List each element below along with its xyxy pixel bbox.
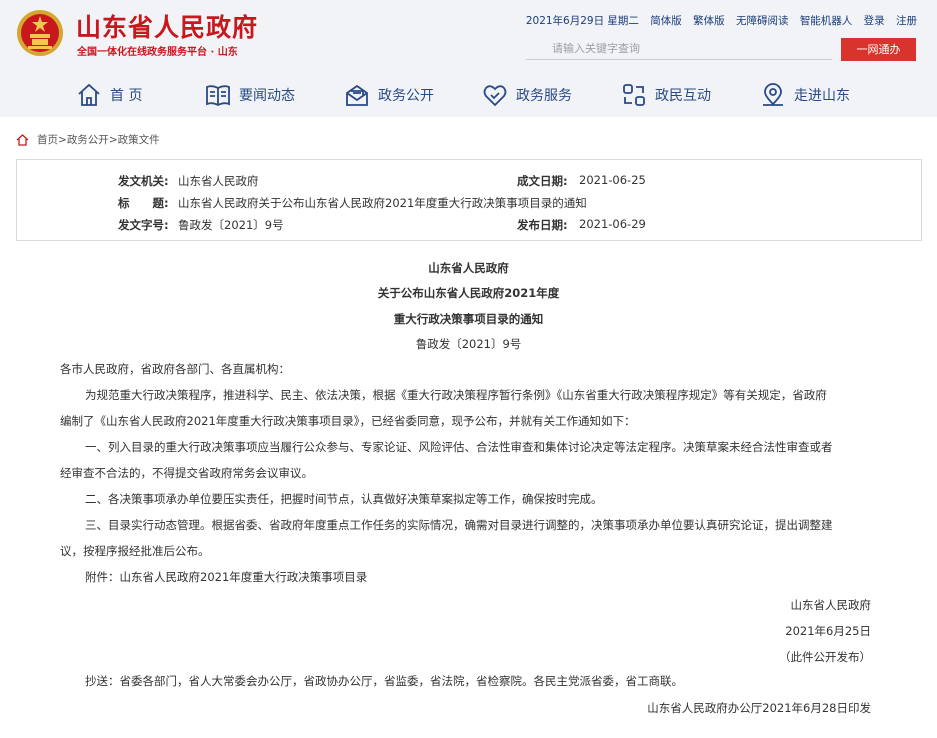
nav-news-label: 要闻动态: [239, 88, 295, 104]
nav-explore-label: 走进山东: [794, 88, 850, 104]
yiwang-button[interactable]: 一网通办: [841, 38, 916, 61]
nav-explore[interactable]: 走进山东: [760, 79, 850, 111]
breadcrumb-home[interactable]: 首页: [37, 132, 58, 147]
breadcrumb-sep: >: [108, 133, 118, 146]
publish-date-value: 2021-06-29: [579, 217, 646, 231]
article-para-2-line-1: 一、列入目录的重大行政决策事项应当履行公众参与、专家论证、风险评估、合法性审查和…: [85, 440, 833, 454]
article-salutation: 各市人民政府，省政府各部门、各直属机构：: [60, 362, 290, 376]
national-emblem-icon[interactable]: [16, 9, 64, 57]
article-heading-2: 关于公布山东省人民政府2021年度: [377, 286, 560, 300]
login-link[interactable]: 登录: [864, 15, 885, 27]
site-header: 山东省人民政府 全国一体化在线政务服务平台 · 山东 2021年6月29日 星期…: [0, 0, 937, 117]
main-nav: 首 页 要闻动态 政务公开 政务服务 政民互动 走进山东: [0, 75, 937, 115]
issuer-value: 山东省人民政府: [178, 174, 259, 188]
article-heading-3: 重大行政决策事项目录的通知: [393, 312, 544, 326]
doc-no-label: 发文字号:: [118, 218, 169, 232]
heart-icon: [483, 85, 507, 107]
news-icon: [206, 85, 230, 107]
made-date-label: 成文日期:: [517, 174, 568, 188]
current-date: 2021年6月29日 星期二: [525, 15, 639, 27]
article-sign-date: 2021年6月25日: [785, 624, 871, 638]
nav-gov-open-label: 政务公开: [378, 88, 434, 104]
nav-gov-service-label: 政务服务: [516, 88, 572, 104]
article-para-3: 二、各决策事项承办单位要压实责任，把握时间节点，认真做好决策草案拟定等工作，确保…: [85, 492, 603, 506]
top-links: 2021年6月29日 星期二 简体版 繁体版 无障碍阅读 智能机器人 登录 注册: [518, 13, 917, 28]
article-cc: 抄送：省委各部门，省人大常委会办公厅，省政协办公厅，省监委，省法院，省检察院。各…: [85, 674, 683, 688]
location-icon: [763, 83, 783, 106]
mail-open-icon: [346, 84, 368, 106]
document-meta: 发文机关: 山东省人民政府 成文日期: 2021-06-25 标 题: 山东省人…: [16, 159, 922, 241]
site-subtitle: 全国一体化在线政务服务平台 · 山东: [77, 47, 238, 58]
made-date-value: 2021-06-25: [579, 173, 646, 187]
breadcrumb-policy[interactable]: 政策文件: [118, 132, 160, 147]
search-input[interactable]: [526, 38, 832, 60]
breadcrumb-sep: >: [58, 133, 67, 146]
article-attachment[interactable]: 附件：山东省人民政府2021年度重大行政决策事项目录: [85, 564, 367, 591]
simplified-link[interactable]: 简体版: [650, 15, 682, 27]
article-public-note: （此件公开发布）: [779, 650, 871, 664]
publish-date-label: 发布日期:: [517, 218, 568, 232]
accessibility-link[interactable]: 无障碍阅读: [736, 15, 789, 27]
nav-home-label: 首 页: [110, 88, 143, 104]
article-heading-1: 山东省人民政府: [428, 261, 509, 275]
article-para-4-line-2: 议，按程序报经批准后公布。: [60, 544, 210, 558]
nav-news[interactable]: 要闻动态: [205, 79, 295, 111]
nav-interaction[interactable]: 政民互动: [621, 79, 711, 111]
home-icon: [78, 83, 100, 106]
article-para-1-line-2: 编制了《山东省人民政府2021年度重大行政决策事项目录》，已经省委同意，现予公布…: [60, 414, 636, 428]
breadcrumb-gov-open[interactable]: 政务公开: [67, 132, 109, 147]
article-para-2-line-2: 经审查不合法的，不得提交省政府常务会议审议。: [60, 466, 313, 480]
home-icon: [16, 133, 29, 146]
article-para-1-line-1: 为规范重大行政决策程序，推进科学、民主、依法决策，根据《重大行政决策程序暂行条例…: [85, 388, 827, 402]
site-title[interactable]: 山东省人民政府: [76, 8, 258, 44]
title-value: 山东省人民政府关于公布山东省人民政府2021年度重大行政决策事项目录的通知: [178, 196, 587, 210]
article-signature: 山东省人民政府: [790, 598, 872, 612]
nav-home[interactable]: 首 页: [76, 79, 142, 111]
issuer-label: 发文机关:: [118, 174, 169, 188]
traditional-link[interactable]: 繁体版: [693, 15, 725, 27]
article-doc-no: 鲁政发〔2021〕9号: [415, 337, 522, 351]
breadcrumb: 首页 > 政务公开 > 政策文件: [16, 132, 160, 147]
article-para-4-line-1: 三、目录实行动态管理。根据省委、省政府年度重点工作任务的实际情况，确需对目录进行…: [85, 518, 833, 532]
robot-link[interactable]: 智能机器人: [800, 15, 853, 27]
nav-gov-service[interactable]: 政务服务: [482, 79, 572, 111]
register-link[interactable]: 注册: [896, 15, 917, 27]
title-label: 标 题:: [118, 196, 169, 210]
article-print-note: 山东省人民政府办公厅2021年6月28日印发: [647, 701, 871, 715]
nav-gov-open[interactable]: 政务公开: [344, 79, 434, 111]
nav-interaction-label: 政民互动: [655, 88, 711, 104]
interaction-icon: [623, 84, 645, 106]
doc-no-value: 鲁政发〔2021〕9号: [178, 218, 284, 232]
